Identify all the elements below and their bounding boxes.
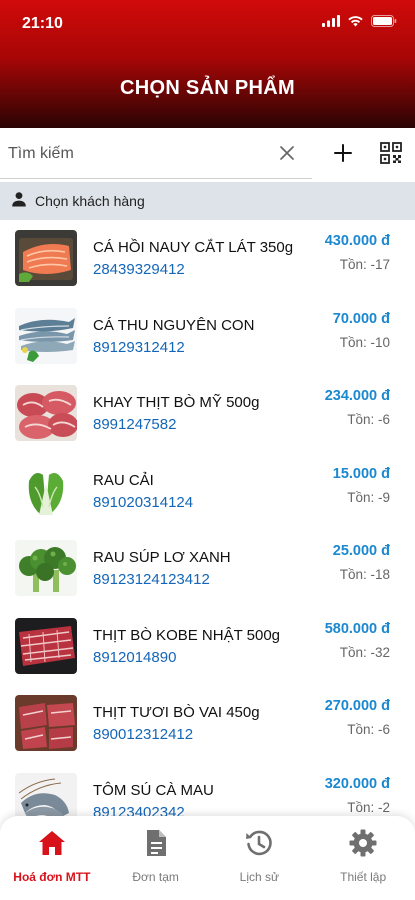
- tab-label: Hoá đơn MTT: [13, 870, 91, 884]
- product-name: THỊT BÒ KOBE NHẬT 500g: [93, 626, 281, 644]
- product-code: 28439329412: [93, 261, 185, 278]
- product-name: CÁ THU NGUYÊN CON: [93, 316, 255, 334]
- product-code: 890012312412: [93, 726, 194, 743]
- product-stock: Tồn: -17: [339, 257, 390, 272]
- product-name: RAU CẢI: [93, 471, 154, 489]
- person-icon: [11, 191, 27, 212]
- product-name: CÁ HỒI NAUY CẮT LÁT 350g: [93, 239, 294, 256]
- add-icon[interactable]: [332, 142, 354, 164]
- product-row[interactable]: THỊT TƯƠI BÒ VAI 450g 890012312412 270.0…: [0, 685, 415, 763]
- product-code: 89129312412: [93, 338, 185, 356]
- product-code: 89123124123412: [93, 571, 210, 588]
- product-row[interactable]: CÁ THU NGUYÊN CON 89129312412 70.000 đ T…: [0, 298, 415, 376]
- history-icon: [244, 828, 274, 863]
- home-icon: [37, 828, 67, 863]
- product-code: 891020314124: [93, 493, 194, 511]
- tab-invoice[interactable]: Hoá đơn MTT: [0, 816, 104, 900]
- product-row[interactable]: THỊT BÒ KOBE NHẬT 500g 8912014890 580.00…: [0, 608, 415, 686]
- battery-icon: [371, 15, 397, 27]
- product-row[interactable]: TÔM SÚ CÀ MAU 89123402342 320.000 đ Tồn:…: [0, 763, 415, 817]
- qr-code-icon[interactable]: [379, 141, 403, 165]
- beef-shoulder-image: [15, 695, 77, 751]
- choose-customer-label: Chọn khách hàng: [35, 193, 145, 209]
- tab-history[interactable]: Lịch sử: [208, 816, 312, 900]
- tab-label: Thiết lập: [340, 870, 387, 884]
- product-stock: Tồn: -10: [339, 334, 390, 350]
- tab-label: Lịch sử: [239, 870, 280, 884]
- search-underline: [0, 178, 312, 179]
- product-price: 580.000 đ: [324, 620, 390, 637]
- gear-icon: [348, 828, 378, 863]
- status-time: 21:10: [22, 15, 63, 32]
- product-stock: Tồn: -18: [339, 567, 390, 582]
- product-name: THỊT TƯƠI BÒ VAI 450g: [93, 704, 260, 721]
- kobe-beef-image: [15, 617, 77, 674]
- product-price: 320.000 đ: [324, 775, 390, 792]
- signal-icon: [322, 15, 340, 27]
- product-stock: Tồn: -2: [347, 799, 390, 815]
- bottom-tab-bar: Hoá đơn MTT Đơn tạm Lịch sử Thiết lập: [0, 816, 415, 900]
- product-stock: Tồn: -6: [347, 412, 390, 427]
- salmon-image: [15, 230, 77, 286]
- page-title: CHỌN SẢN PHẨM: [119, 77, 295, 99]
- choose-customer-bar[interactable]: Chọn khách hàng: [0, 182, 415, 220]
- beef-tray-image: [15, 385, 77, 441]
- product-price: 15.000 đ: [332, 465, 390, 482]
- product-code: 8991247582: [93, 416, 177, 433]
- product-stock: Tồn: -9: [347, 489, 390, 505]
- product-stock: Tồn: -32: [339, 644, 390, 660]
- product-code: 8912014890: [93, 648, 177, 666]
- tab-draft-orders[interactable]: Đơn tạm: [104, 816, 208, 900]
- product-price: 234.000 đ: [324, 388, 390, 404]
- product-list: CÁ HỒI NAUY CẮT LÁT 350g 28439329412 430…: [0, 220, 415, 816]
- product-price: 25.000 đ: [332, 543, 390, 559]
- product-row[interactable]: RAU SÚP LƠ XANH 89123124123412 25.000 đ …: [0, 530, 415, 608]
- app-header: 21:10 CHỌN SẢN PHẨM: [0, 0, 415, 128]
- product-name: RAU SÚP LƠ XANH: [93, 549, 231, 566]
- search-input[interactable]: [8, 142, 273, 166]
- shrimp-image: [15, 772, 77, 816]
- status-bar: 21:10: [0, 0, 415, 44]
- status-icons: [322, 15, 397, 27]
- tab-label: Đơn tạm: [132, 870, 179, 884]
- product-stock: Tồn: -6: [347, 722, 390, 737]
- product-name: KHAY THỊT BÒ MỸ 500g: [93, 394, 260, 411]
- product-price: 70.000 đ: [332, 310, 390, 327]
- mackerel-image: [15, 307, 77, 364]
- clear-search-icon[interactable]: [276, 142, 298, 164]
- product-row[interactable]: CÁ HỒI NAUY CẮT LÁT 350g 28439329412 430…: [0, 220, 415, 298]
- product-row[interactable]: KHAY THỊT BÒ MỸ 500g 8991247582 234.000 …: [0, 375, 415, 453]
- product-price: 270.000 đ: [324, 698, 390, 714]
- wifi-icon: [347, 15, 364, 27]
- product-name: TÔM SÚ CÀ MAU: [93, 781, 214, 799]
- bok-choy-image: [15, 462, 77, 519]
- document-icon: [141, 828, 171, 863]
- product-row[interactable]: RAU CẢI 891020314124 15.000 đ Tồn: -9: [0, 453, 415, 531]
- broccoli-image: [15, 540, 77, 596]
- product-price: 430.000 đ: [324, 233, 390, 249]
- product-code: 89123402342: [93, 803, 185, 817]
- tab-settings[interactable]: Thiết lập: [311, 816, 415, 900]
